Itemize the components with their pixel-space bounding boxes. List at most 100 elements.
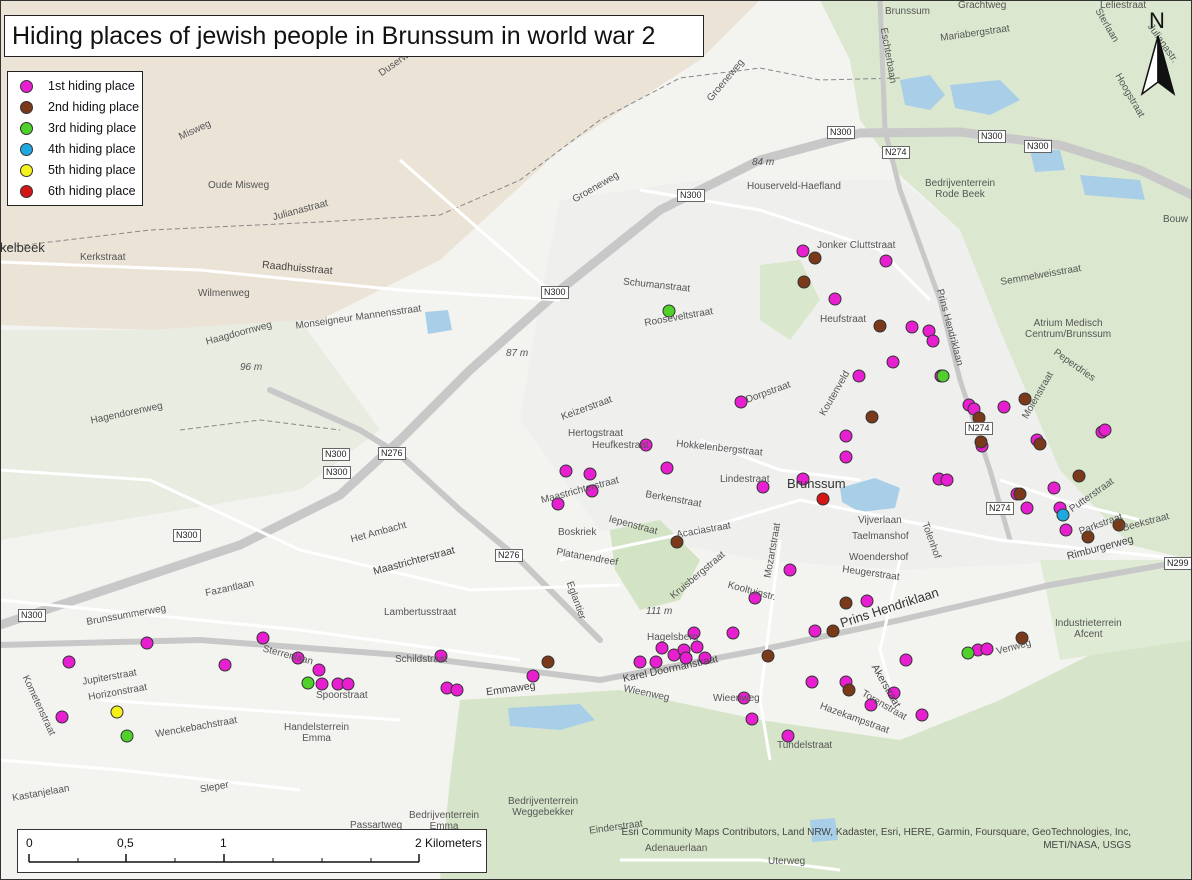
- district-label: Houserveld-Haefland: [747, 181, 841, 192]
- road-shield: N274: [965, 422, 993, 435]
- water-body: [1030, 150, 1065, 172]
- legend-item-5th: 5th hiding place: [8, 160, 142, 181]
- street-label: Kerkstraat: [80, 252, 126, 263]
- hiding-place-point[interactable]: [886, 355, 900, 369]
- elevation-label: 84 m: [752, 157, 775, 168]
- hiding-place-point[interactable]: [218, 658, 232, 672]
- hiding-place-point[interactable]: [660, 461, 674, 475]
- street-label: Woendershof: [849, 552, 909, 563]
- hiding-place-point[interactable]: [961, 646, 975, 660]
- hiding-place-point[interactable]: [816, 492, 830, 506]
- street-label: Heufstraat: [820, 314, 867, 325]
- hiding-place-point[interactable]: [828, 292, 842, 306]
- hiding-place-point[interactable]: [541, 655, 555, 669]
- hiding-place-point[interactable]: [633, 655, 647, 669]
- hiding-place-point[interactable]: [899, 653, 913, 667]
- hiding-place-point[interactable]: [839, 596, 853, 610]
- hiding-place-point[interactable]: [1020, 501, 1034, 515]
- town-label: Brunssum: [787, 476, 846, 491]
- hiding-place-point[interactable]: [655, 641, 669, 655]
- place-label: Brunssum: [885, 6, 931, 17]
- hiding-place-point[interactable]: [936, 369, 950, 383]
- hiding-place-point[interactable]: [940, 473, 954, 487]
- legend-label: 4th hiding place: [48, 142, 136, 156]
- hiding-place-point[interactable]: [110, 705, 124, 719]
- hiding-place-point[interactable]: [745, 712, 759, 726]
- hiding-place-point[interactable]: [839, 429, 853, 443]
- hiding-place-point[interactable]: [761, 649, 775, 663]
- poi-label: Atrium Medisch Centrum/Brunssum: [1025, 318, 1112, 340]
- street-label: Tundelstraat: [777, 740, 833, 751]
- water-body: [425, 310, 452, 334]
- legend-item-2nd: 2nd hiding place: [8, 97, 142, 118]
- hiding-place-point[interactable]: [1013, 487, 1027, 501]
- street-label: Grachtweg: [958, 0, 1007, 11]
- hiding-place-point[interactable]: [905, 320, 919, 334]
- hiding-place-point[interactable]: [315, 677, 329, 691]
- street-label: Wieenweg: [713, 693, 760, 704]
- hiding-place-point[interactable]: [915, 708, 929, 722]
- district-label: Bedrijventerrein Rode Beek: [925, 178, 996, 200]
- legend: 1st hiding place 2nd hiding place 3rd hi…: [7, 71, 143, 206]
- attribution: Esri Community Maps Contributors, Land N…: [621, 827, 1131, 851]
- road-shield: N274: [986, 502, 1014, 515]
- hiding-place-point[interactable]: [312, 663, 326, 677]
- legend-dot-icon: [20, 80, 33, 93]
- road-shield: N274: [882, 146, 910, 159]
- hiding-place-point[interactable]: [301, 676, 315, 690]
- road-shield: N300: [18, 609, 46, 622]
- hiding-place-point[interactable]: [1047, 481, 1061, 495]
- hiding-place-point[interactable]: [559, 464, 573, 478]
- legend-dot-icon: [20, 122, 33, 135]
- hiding-place-point[interactable]: [808, 251, 822, 265]
- hiding-place-point[interactable]: [1056, 508, 1070, 522]
- north-arrow-icon: [1140, 35, 1176, 96]
- hiding-place-point[interactable]: [796, 244, 810, 258]
- hiding-place-point[interactable]: [55, 710, 69, 724]
- hiding-place-point[interactable]: [797, 275, 811, 289]
- road-shield: N276: [378, 447, 406, 460]
- street-label: Uterweg: [768, 856, 806, 867]
- legend-dot-icon: [20, 164, 33, 177]
- hiding-place-point[interactable]: [583, 467, 597, 481]
- hiding-place-point[interactable]: [1033, 437, 1047, 451]
- hiding-place-point[interactable]: [926, 334, 940, 348]
- hiding-place-point[interactable]: [852, 369, 866, 383]
- legend-label: 3rd hiding place: [48, 121, 137, 135]
- hiding-place-point[interactable]: [997, 400, 1011, 414]
- hiding-place-point[interactable]: [783, 563, 797, 577]
- hiding-place-point[interactable]: [256, 631, 270, 645]
- hiding-place-point[interactable]: [839, 450, 853, 464]
- road-shield: N300: [1024, 140, 1052, 153]
- hiding-place-point[interactable]: [842, 683, 856, 697]
- hiding-place-point[interactable]: [1072, 469, 1086, 483]
- hiding-place-point[interactable]: [140, 636, 154, 650]
- hiding-place-point[interactable]: [1098, 423, 1112, 437]
- street-label: Oude Misweg: [208, 180, 270, 191]
- hiding-place-point[interactable]: [120, 729, 134, 743]
- hiding-place-point[interactable]: [865, 410, 879, 424]
- street-label: Schildstraat: [395, 654, 448, 665]
- hiding-place-point[interactable]: [974, 435, 988, 449]
- hiding-place-point[interactable]: [873, 319, 887, 333]
- hiding-place-point[interactable]: [1059, 523, 1073, 537]
- elevation-label: 111 m: [646, 606, 673, 617]
- legend-item-3rd: 3rd hiding place: [8, 118, 142, 139]
- hiding-place-point[interactable]: [62, 655, 76, 669]
- elevation-label: 96 m: [240, 362, 263, 373]
- legend-item-1st: 1st hiding place: [8, 76, 142, 97]
- hiding-place-point[interactable]: [826, 624, 840, 638]
- street-label: Vijverlaan: [858, 515, 902, 526]
- hiding-place-point[interactable]: [341, 677, 355, 691]
- hiding-place-point[interactable]: [879, 254, 893, 268]
- district-label: Bedrijventerrein Weggebekker: [508, 796, 579, 818]
- hiding-place-point[interactable]: [805, 675, 819, 689]
- hiding-place-point[interactable]: [450, 683, 464, 697]
- street-label: Heufkestraat: [592, 440, 649, 451]
- road-shield: N276: [495, 549, 523, 562]
- hiding-place-point[interactable]: [726, 626, 740, 640]
- legend-dot-icon: [20, 143, 33, 156]
- hiding-place-point[interactable]: [980, 642, 994, 656]
- road-shield: N300: [677, 189, 705, 202]
- hiding-place-point[interactable]: [808, 624, 822, 638]
